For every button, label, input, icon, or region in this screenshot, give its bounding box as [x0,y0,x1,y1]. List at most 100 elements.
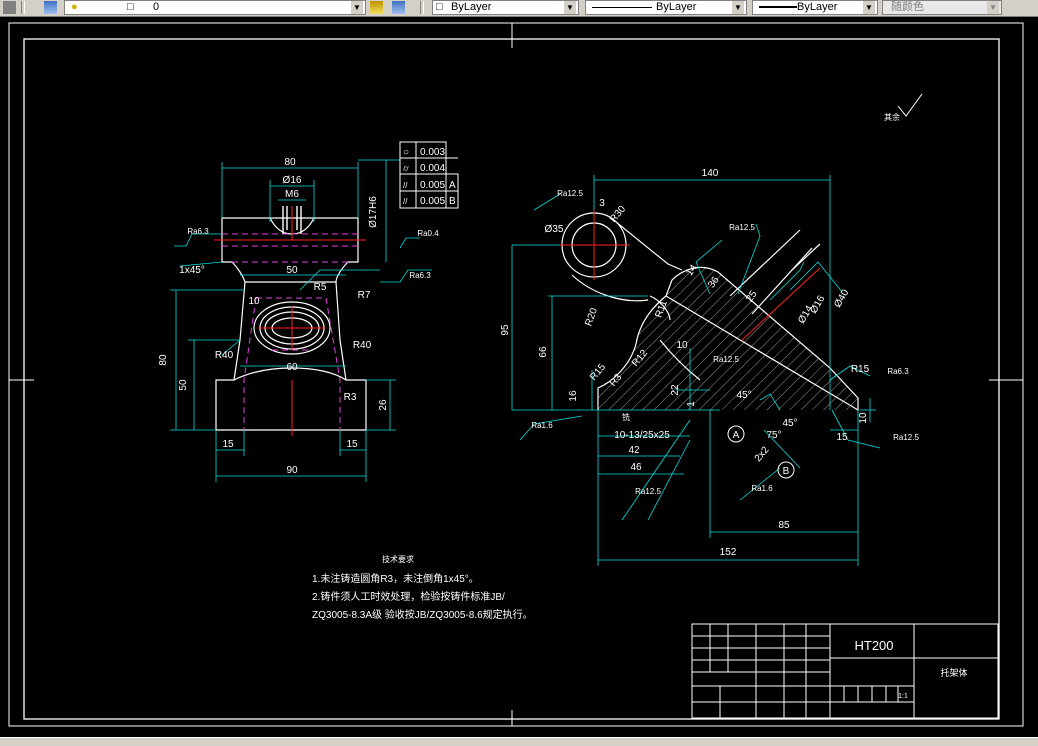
dim-85: 85 [778,520,790,531]
dim-d17h6: Ø17H6 [368,196,379,228]
plotstyle-value: 随颜色 [891,1,924,13]
tol-val-3: 0.005 [420,180,445,191]
technical-notes: 技术要求 1.未注铸造圆角R3，未注倒角1x45°。 2.铸件须人工时效处理，检… [312,554,533,621]
dim-h66: 66 [538,346,549,358]
toolbar-separator [420,1,424,14]
dim-h50: 50 [178,379,189,391]
linetype-value: ByLayer [656,1,697,13]
dim-h22: 22 [670,384,681,396]
plotstyle-dropdown[interactable]: 随颜色 ▼ [882,0,1002,15]
dim-h16: 16 [568,390,579,402]
chevron-down-icon[interactable]: ▼ [863,1,875,14]
dim-d16: Ø16 [283,175,302,186]
dim-15-left: 15 [222,439,234,450]
datum-a: A [733,430,740,441]
dim-r40-right: R40 [353,340,372,351]
chevron-down-icon[interactable]: ▼ [987,1,999,14]
dim-75: 75° [766,430,781,441]
chevron-down-icon[interactable]: ▼ [351,1,363,14]
color-dropdown[interactable]: □ ByLayer ▼ [432,0,579,15]
dim-90: 90 [286,465,298,476]
datum-circles [727,93,923,479]
layer-dropdown[interactable]: ● □ 0 ▼ [64,0,366,15]
material-label: HT200 [854,638,893,653]
lineweight-dropdown[interactable]: ByLayer ▼ [752,0,878,15]
layer-value: 0 [153,1,160,13]
dim-152: 152 [720,547,737,558]
layer-manager-icon[interactable] [44,1,57,14]
dim-r7: R7 [358,290,371,301]
dim-r15-r: R15 [851,364,870,375]
rough-ra125-b: Ra12.5 [635,487,661,496]
chevron-down-icon[interactable]: ▼ [732,1,744,14]
dim-r20: R20 [583,306,600,327]
dim-h26: 26 [378,399,389,411]
lineweight-value: ByLayer [797,1,838,13]
tol-ref-3: A [449,180,456,191]
dim-10-r2: 10 [858,412,869,424]
drawing-canvas[interactable]: 80 Ø16 M6 Ø17H6 Ra6.3 Ra0.4 1x45° 50 Ra6… [0,16,1038,737]
dim-140: 140 [702,168,719,179]
dim-45a: 45° [736,390,751,401]
linetype-dropdown[interactable]: ByLayer ▼ [585,0,747,15]
dim-r30: R30 [608,204,629,225]
layer-previous-icon[interactable] [392,1,405,14]
bulb-icon: ● [71,1,78,13]
tol-val-1: 0.003 [420,147,445,158]
tol-sym-4: // [403,197,408,206]
scale-label: 1:1 [898,693,908,700]
dim-r3: R3 [344,392,357,403]
dim-chamfer-2x2: 2x2 [753,444,772,464]
rough-ra125-c: Ra12.5 [713,355,739,364]
rough-ra16-l: Ra1.6 [531,421,553,430]
dim-slot: 10-13/25x25 [614,430,670,441]
dimension-text-left: 80 Ø16 M6 Ø17H6 Ra6.3 Ra0.4 1x45° 50 Ra6… [158,157,439,476]
dim-42: 42 [628,445,640,456]
note-line-1: 1.未注铸造圆角R3，未注倒角1x45°。 [312,572,479,585]
tol-sym-1: ○ [403,147,409,158]
dim-10: 10 [248,296,260,307]
rough-ra125-top: Ra12.5 [557,189,583,198]
color-swatch-icon: □ [127,1,134,13]
dim-h95: 95 [500,324,511,336]
slot-label: 铣 [622,412,630,422]
dim-r5: R5 [314,282,327,293]
hidden-lines-left [222,233,358,430]
dim-1: 1 [686,401,697,407]
dim-45b: 45° [782,418,797,429]
note-line-2: 2.铸件须人工时效处理，检验按铸件标准JB/ [312,590,505,603]
part-name: 托架体 [940,667,967,678]
tol-ref-4: B [449,196,456,207]
tol-val-2: 0.004 [420,163,445,174]
dim-3: 3 [599,198,605,209]
dim-60: 60 [286,362,298,373]
dim-d40: Ø40 [832,287,851,309]
home-icon[interactable] [3,1,16,14]
make-current-icon[interactable] [370,1,383,14]
color-swatch-icon: □ [436,1,443,13]
rough-remainder-note: 其余 [884,112,900,122]
properties-toolbar: ● □ 0 ▼ □ ByLayer ▼ ByLayer ▼ ByLayer ▼ … [0,0,1038,17]
datum-b: B [783,466,790,477]
lineweight-sample [759,6,797,8]
tol-val-4: 0.005 [420,196,445,207]
chevron-down-icon[interactable]: ▼ [564,1,576,14]
rough-ra63-b: Ra6.3 [409,271,431,280]
dim-chamfer: 1x45° [179,265,205,276]
rough-ra125-r: Ra12.5 [893,433,919,442]
dim-h80: 80 [158,354,169,366]
notes-title: 技术要求 [382,554,414,564]
dim-15-right: 15 [346,439,358,450]
dim-80-top: 80 [284,157,296,168]
rough-ra63-r: Ra6.3 [887,367,909,376]
linetype-sample [592,7,652,8]
dim-50: 50 [286,265,298,276]
dim-m6: M6 [285,189,299,200]
tolerance-text: ○ 0.003 ⌭ 0.004 // 0.005 A // 0.005 B [403,147,456,207]
dim-15-r: 15 [836,432,848,443]
dim-d35: Ø35 [545,224,564,235]
dim-10-r: 10 [676,340,688,351]
dim-r15-l: R15 [588,362,609,383]
tol-sym-3: // [403,181,408,190]
toolbar-separator [21,1,25,14]
